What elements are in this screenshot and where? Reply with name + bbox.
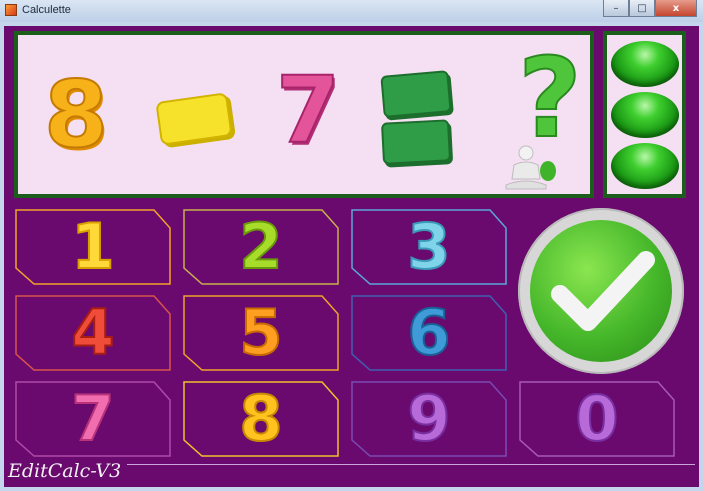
- digit-button-4[interactable]: 4: [14, 294, 172, 372]
- title-bar: Calculette – □ x: [0, 0, 703, 23]
- digit-button-6[interactable]: 6: [350, 294, 508, 372]
- digit-button-8[interactable]: 8: [182, 380, 340, 458]
- window-title: Calculette: [22, 4, 71, 16]
- digit-button-9[interactable]: 9: [350, 380, 508, 458]
- digit-button-5[interactable]: 5: [182, 294, 340, 372]
- status-light-icon: [611, 41, 679, 87]
- digit-button-3[interactable]: 3: [350, 208, 508, 286]
- validate-button-face: [530, 220, 672, 362]
- digit-label: 5: [238, 296, 283, 369]
- maximize-button[interactable]: □: [629, 0, 655, 17]
- digit-button-1[interactable]: 1: [14, 208, 172, 286]
- equals-sign-top-icon: [380, 70, 452, 118]
- minimize-button[interactable]: –: [603, 0, 629, 17]
- validate-button[interactable]: [518, 208, 684, 374]
- digit-label: 0: [574, 382, 619, 455]
- digit-label: 3: [406, 210, 451, 283]
- digit-button-7[interactable]: 7: [14, 380, 172, 458]
- status-light-icon: [611, 92, 679, 138]
- check-mark-icon: [551, 251, 655, 331]
- digit-label: 9: [406, 382, 451, 455]
- digit-button-0[interactable]: 0: [518, 380, 676, 458]
- digit-label: 4: [70, 296, 115, 369]
- digit-label: 2: [238, 210, 283, 283]
- status-lights-panel: [603, 31, 686, 198]
- digit-label: 7: [70, 382, 115, 455]
- digit-label: 1: [70, 210, 115, 283]
- status-light-icon: [611, 143, 679, 189]
- digit-button-2[interactable]: 2: [182, 208, 340, 286]
- version-label: EditCalc-V3: [8, 460, 128, 482]
- digit-label: 6: [406, 296, 451, 369]
- app-icon: [5, 4, 17, 16]
- close-button[interactable]: x: [655, 0, 697, 17]
- digit-label: 8: [238, 382, 283, 455]
- operand-2: 7: [275, 57, 341, 164]
- result-question-mark: ?: [517, 34, 583, 162]
- equals-sign-bottom-icon: [380, 119, 452, 165]
- equation-display: 8 7 ?: [14, 31, 594, 198]
- minus-sign-icon: [155, 92, 233, 146]
- thinking-figure-icon: [505, 145, 556, 190]
- operand-1: 8: [43, 61, 109, 168]
- window-controls: – □ x: [603, 0, 697, 17]
